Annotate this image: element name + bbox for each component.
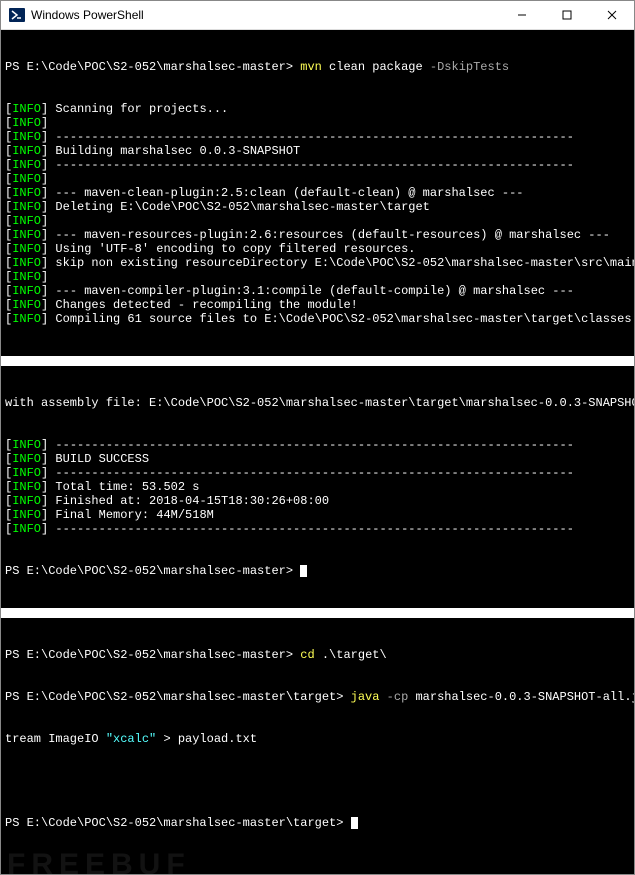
- prompt-path: PS E:\Code\POC\S2-052\marshalsec-master>: [5, 648, 300, 662]
- cmd-cd: cd: [300, 648, 314, 662]
- terminal-pane-2[interactable]: with assembly file: E:\Code\POC\S2-052\m…: [1, 366, 634, 608]
- output-lines: [INFO] ---------------------------------…: [5, 438, 630, 536]
- output-line: [INFO] Compiling 61 source files to E:\C…: [5, 312, 630, 326]
- prompt-path: PS E:\Code\POC\S2-052\marshalsec-master\…: [5, 690, 351, 704]
- cmd-arg: .\target\: [315, 648, 387, 662]
- blank-line: [5, 774, 630, 788]
- cursor: [300, 565, 307, 577]
- output-line: [INFO] ---------------------------------…: [5, 438, 630, 452]
- output-line: [INFO] Finished at: 2018-04-15T18:30:26+…: [5, 494, 630, 508]
- prompt-path: PS E:\Code\POC\S2-052\marshalsec-master\…: [5, 816, 351, 830]
- cmd-args: clean package: [322, 60, 430, 74]
- watermark: FREEBUF: [7, 858, 191, 872]
- output-line: [INFO] --- maven-compiler-plugin:3.1:com…: [5, 284, 630, 298]
- prompt-line: PS E:\Code\POC\S2-052\marshalsec-master>…: [5, 60, 630, 74]
- output-line: [INFO] ---------------------------------…: [5, 158, 630, 172]
- output-line: [INFO] Building marshalsec 0.0.3-SNAPSHO…: [5, 144, 630, 158]
- output-line: [INFO] Deleting E:\Code\POC\S2-052\marsh…: [5, 200, 630, 214]
- output-line: [INFO] Total time: 53.502 s: [5, 480, 630, 494]
- output-line: [INFO] skip non existing resourceDirecto…: [5, 256, 630, 270]
- output-line: [INFO] ---------------------------------…: [5, 130, 630, 144]
- prompt-path: PS E:\Code\POC\S2-052\marshalsec-master>: [5, 564, 300, 578]
- output-line: [INFO] --- maven-resources-plugin:2.6:re…: [5, 228, 630, 242]
- cmd-flag: -cp: [379, 690, 408, 704]
- prompt-line: PS E:\Code\POC\S2-052\marshalsec-master>: [5, 564, 630, 578]
- terminal-pane-1[interactable]: PS E:\Code\POC\S2-052\marshalsec-master>…: [1, 30, 634, 356]
- prompt-line: PS E:\Code\POC\S2-052\marshalsec-master\…: [5, 816, 630, 830]
- minimize-button[interactable]: [499, 1, 544, 29]
- window-title: Windows PowerShell: [31, 8, 499, 22]
- output-lines: [INFO] Scanning for projects...[INFO] [I…: [5, 102, 630, 326]
- output-line: [INFO]: [5, 172, 630, 186]
- cmd-mvn: mvn: [300, 60, 322, 74]
- cursor: [351, 817, 358, 829]
- window-buttons: [499, 1, 634, 29]
- cmd-redirect: > payload.txt: [156, 732, 257, 746]
- terminal-pane-3[interactable]: PS E:\Code\POC\S2-052\marshalsec-master>…: [1, 618, 634, 874]
- output-line: [INFO]: [5, 214, 630, 228]
- cmd-flag: -DskipTests: [430, 60, 509, 74]
- cmd-line-wrap: tream ImageIO "xcalc" > payload.txt: [5, 732, 630, 746]
- cmd-line: PS E:\Code\POC\S2-052\marshalsec-master\…: [5, 690, 630, 704]
- output-line: [INFO] BUILD SUCCESS: [5, 452, 630, 466]
- cmd-java: java: [351, 690, 380, 704]
- close-button[interactable]: [589, 1, 634, 29]
- output-line: [INFO] --- maven-clean-plugin:2.5:clean …: [5, 186, 630, 200]
- output-line: [INFO] ---------------------------------…: [5, 522, 630, 536]
- cmd-cont: tream ImageIO: [5, 732, 106, 746]
- powershell-window: Windows PowerShell PS E:\Code\POC\S2-052…: [0, 0, 635, 875]
- output-line: [INFO] Scanning for projects...: [5, 102, 630, 116]
- prompt-path: PS E:\Code\POC\S2-052\marshalsec-master>: [5, 60, 300, 74]
- output-line: [INFO]: [5, 116, 630, 130]
- titlebar: Windows PowerShell: [1, 1, 634, 30]
- cmd-arg: marshalsec-0.0.3-SNAPSHOT-all.jar marsha…: [408, 690, 634, 704]
- maximize-button[interactable]: [544, 1, 589, 29]
- output-line: [INFO] ---------------------------------…: [5, 466, 630, 480]
- output-line: [INFO] Final Memory: 44M/518M: [5, 508, 630, 522]
- output-line: [INFO] Using 'UTF-8' encoding to copy fi…: [5, 242, 630, 256]
- cmd-string: "xcalc": [106, 732, 156, 746]
- assembly-line: with assembly file: E:\Code\POC\S2-052\m…: [5, 396, 630, 410]
- cmd-line: PS E:\Code\POC\S2-052\marshalsec-master>…: [5, 648, 630, 662]
- powershell-icon: [9, 7, 25, 23]
- output-line: [INFO]: [5, 270, 630, 284]
- output-line: [INFO] Changes detected - recompiling th…: [5, 298, 630, 312]
